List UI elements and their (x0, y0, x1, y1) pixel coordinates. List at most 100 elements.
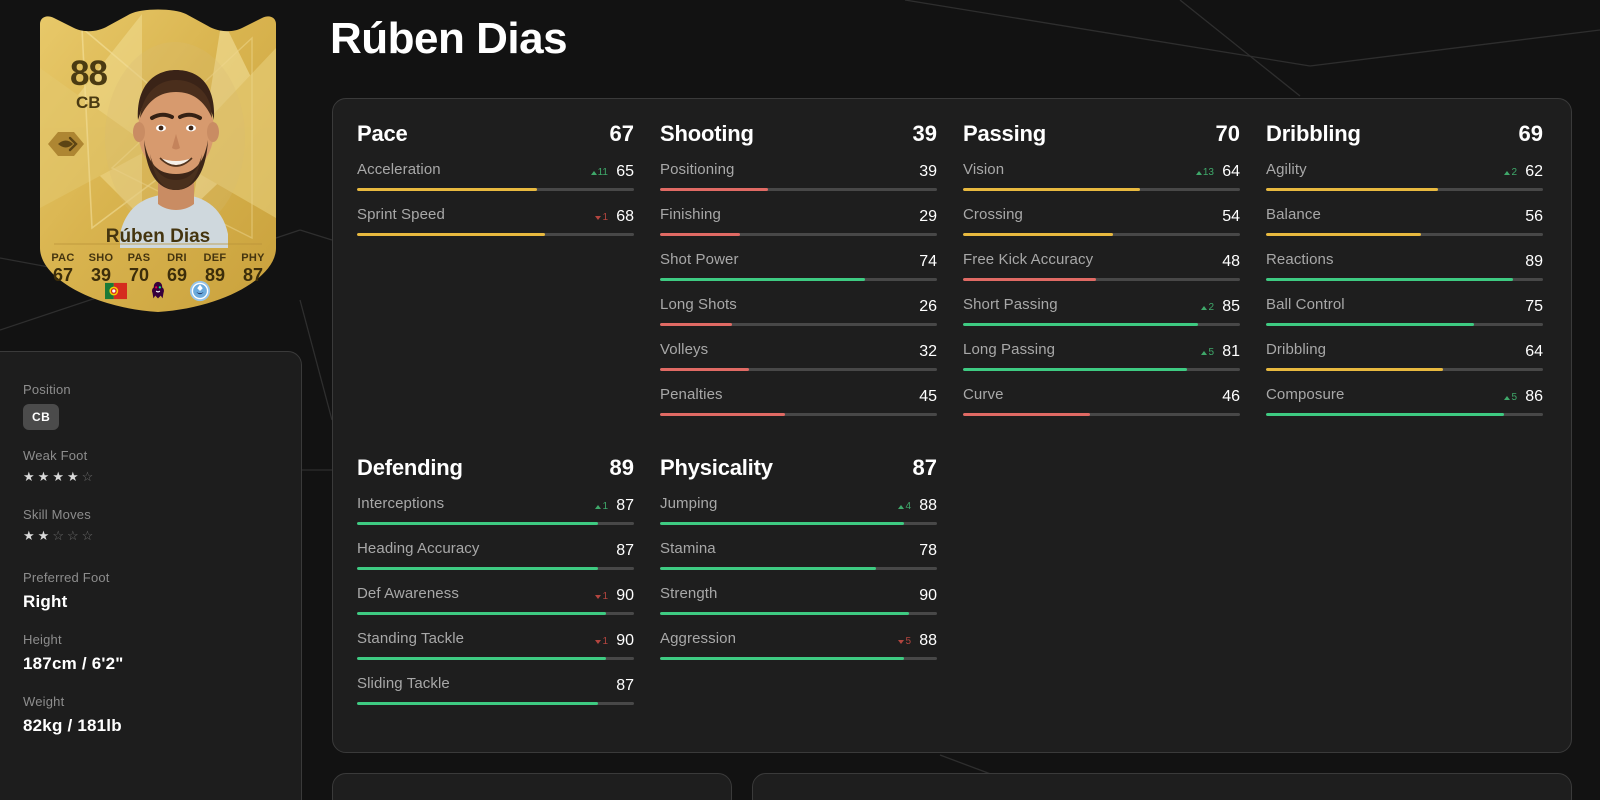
manchester-city-icon (189, 280, 211, 302)
modifier-arrow-up-icon (1195, 171, 1202, 175)
stat-bar-fill (660, 188, 769, 191)
modifier-value: 5 (905, 636, 911, 647)
stat-row: Stamina 78 (660, 540, 937, 570)
category-header: Physicality 87 (660, 455, 937, 481)
modifier-arrow-up-icon (590, 171, 597, 175)
stat-top: Interceptions 1 87 (357, 495, 634, 515)
modifier-arrow-down-icon (595, 595, 602, 599)
stat-name: Finishing (660, 206, 721, 223)
star-3: ★ (52, 469, 67, 484)
modifier-arrow-up-icon (595, 505, 602, 509)
stat-name: Dribbling (1266, 341, 1327, 358)
stats-grid: Pace 67 Acceleration 11 65 Sprint Speed 1 68 Sho… (357, 121, 1557, 720)
stat-modifier-up: 5 (1504, 393, 1517, 403)
player-stats-page: 88 CB Rúben Dias PAC 67 SHO 39 PAS 70 DRI 69 DEF… (0, 0, 1600, 800)
stat-value: 88 (919, 497, 937, 514)
stat-value: 90 (616, 632, 634, 649)
stat-bar-fill (1266, 413, 1505, 416)
card-stat-label: PAC (51, 252, 75, 264)
star-2: ★ (37, 469, 53, 484)
stats-panel: Pace 67 Acceleration 11 65 Sprint Speed 1 68 Sho… (332, 98, 1572, 753)
stat-value: 68 (616, 208, 634, 225)
category-name: Physicality (660, 455, 773, 480)
card-stat-label: PAS (127, 252, 151, 264)
stat-top: Stamina 78 (660, 540, 937, 560)
bottom-panel-left (332, 773, 732, 800)
modifier-arrow-down-icon (595, 640, 602, 644)
stat-right: 32 (915, 343, 937, 361)
stat-value: 87 (616, 497, 634, 514)
stat-value: 87 (616, 542, 634, 559)
stat-right: 13 64 (1195, 163, 1240, 181)
stat-bar-fill (357, 567, 598, 570)
category-value: 39 (912, 121, 937, 146)
stat-top: Long Passing 5 81 (963, 341, 1240, 361)
stat-right: 5 81 (1201, 343, 1240, 361)
weak-foot-label: Weak Foot (23, 448, 88, 463)
stat-bar-fill (660, 278, 865, 281)
modifier-arrow-down-icon (595, 216, 602, 220)
stat-value: 26 (919, 298, 937, 315)
stat-name: Volleys (660, 341, 709, 358)
stat-row: Standing Tackle 1 90 (357, 630, 634, 660)
stat-top: Reactions 89 (1266, 251, 1543, 271)
star-4: ☆ (66, 528, 82, 543)
stat-top: Penalties 45 (660, 386, 937, 406)
stat-bar-fill (660, 567, 877, 570)
stat-modifier-down: 1 (595, 213, 608, 223)
category-value: 89 (609, 455, 634, 480)
stat-value: 90 (919, 587, 937, 604)
stat-right: 48 (1218, 253, 1240, 271)
stat-row: Long Shots 26 (660, 296, 937, 326)
stat-row: Volleys 32 (660, 341, 937, 371)
stat-name: Vision (963, 161, 1005, 178)
stat-bar-track (963, 278, 1240, 281)
position-chip[interactable]: CB (23, 404, 60, 430)
star-5: ☆ (81, 469, 97, 484)
stat-value: 65 (616, 163, 634, 180)
stat-bar-track (660, 188, 937, 191)
stat-bar-fill (660, 323, 733, 326)
stat-modifier-up: 2 (1201, 303, 1214, 313)
stat-bar-fill (963, 368, 1188, 371)
stat-bar-track (357, 188, 634, 191)
stat-bar-track (357, 657, 634, 660)
stat-top: Agility 2 62 (1266, 161, 1543, 181)
modifier-arrow-up-icon (1201, 306, 1208, 310)
category-value: 69 (1518, 121, 1543, 146)
stat-right: 1 68 (595, 208, 634, 226)
stat-top: Aggression 5 88 (660, 630, 937, 650)
stat-name: Jumping (660, 495, 718, 512)
stat-bar-track (1266, 188, 1543, 191)
stat-top: Shot Power 74 (660, 251, 937, 271)
stat-row: Curve 46 (963, 386, 1240, 416)
stat-right: 5 86 (1504, 388, 1543, 406)
stat-value: 54 (1222, 208, 1240, 225)
stat-bar-track (357, 233, 634, 236)
stat-value: 29 (919, 208, 937, 225)
stat-name: Ball Control (1266, 296, 1345, 313)
stat-right: 2 85 (1201, 298, 1240, 316)
player-card[interactable]: 88 CB Rúben Dias PAC 67 SHO 39 PAS 70 DRI 69 DEF… (22, 8, 294, 316)
modifier-value: 13 (1202, 167, 1214, 178)
stat-name: Sliding Tackle (357, 675, 450, 692)
category-name: Passing (963, 121, 1046, 146)
star-5: ☆ (81, 528, 97, 543)
stat-bar-track (1266, 323, 1543, 326)
modifier-value: 2 (1511, 167, 1517, 178)
info-weak-foot: Weak Foot ★★★★☆ (23, 448, 301, 483)
stat-bar-track (963, 413, 1240, 416)
stat-value: 74 (919, 253, 937, 270)
stat-bar-track (660, 657, 937, 660)
stat-row: Sprint Speed 1 68 (357, 206, 634, 236)
stat-bar-fill (963, 278, 1096, 281)
info-preferred-foot: Preferred Foot Right (23, 570, 301, 612)
skill-moves-stars: ★★☆☆☆ (23, 529, 301, 542)
stat-right: 54 (1218, 208, 1240, 226)
stat-bar-track (963, 323, 1240, 326)
stat-row: Finishing 29 (660, 206, 937, 236)
stat-value: 64 (1525, 343, 1543, 360)
stat-row: Shot Power 74 (660, 251, 937, 281)
stat-modifier-down: 5 (898, 637, 911, 647)
stat-row: Interceptions 1 87 (357, 495, 634, 525)
